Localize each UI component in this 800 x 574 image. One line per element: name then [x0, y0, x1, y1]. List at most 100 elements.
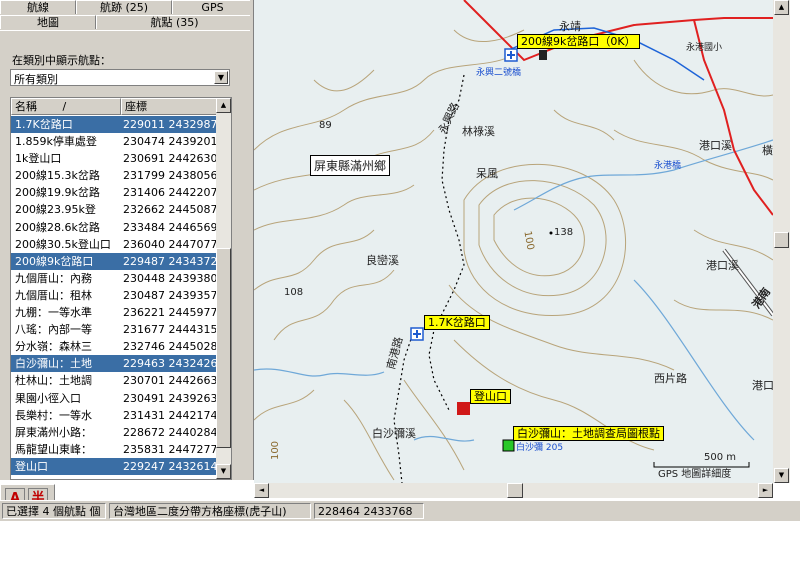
waypoint-coord: 230701 2442663	[123, 374, 218, 388]
map-label-elev138: 138	[554, 227, 574, 238]
map-label-elev89: 89	[319, 120, 332, 131]
waypoint-name: 1.7K岔路口	[15, 118, 73, 131]
map-label-xipian: 西片路	[654, 372, 687, 385]
list-item[interactable]: 200線23.95k登 232662 2445087	[11, 201, 217, 218]
map-vscroll-thumb[interactable]	[774, 232, 789, 248]
waypoint-name: 屏東滿州小路：	[15, 425, 92, 439]
waypoint-name: 200線9k岔路口	[15, 254, 94, 268]
waypoint-coord: 229011 2432987	[123, 118, 218, 131]
waypoint-coord: 228672 2440284	[123, 425, 218, 439]
waypoint-name: 白沙彌山：土地	[15, 357, 92, 371]
waypoint-coord: 230448 2439380	[123, 271, 218, 285]
list-item[interactable]: 長樂村：一等水 231431 2442174	[11, 407, 217, 424]
map-scroll-down-icon[interactable]: ▼	[774, 468, 789, 483]
scale-label: 500 m	[704, 452, 737, 463]
list-item[interactable]: 九個厝山：內務 230448 2439380	[11, 270, 217, 287]
list-item[interactable]: 200線19.9k岔路 231406 2442207	[11, 184, 217, 201]
waypoint-coord: 231799 2438056	[123, 169, 218, 183]
tab-row-bottom: 地圖 航點 (35)	[0, 15, 253, 30]
waypoint-panel: 航線 航跡 (25) GPS 地圖 航點 (35) 在類別中顯示航點： 所有類別…	[0, 0, 253, 480]
waypoint-name: 馬龍望山東峰：	[15, 442, 92, 456]
list-item[interactable]: 分水嶺：森林三 232746 2445028	[11, 338, 217, 355]
list-scrollbar[interactable]: ▲ ▼	[216, 98, 231, 479]
waypoint-coord: 231677 2444315	[123, 323, 218, 337]
waypoint-coord: 233484 2446569	[123, 220, 218, 234]
waypoint-coord: 230491 2439263	[123, 391, 218, 405]
waypoint-coord: 231406 2442207	[123, 186, 218, 200]
waypoint-name: 1k登山口	[15, 152, 62, 166]
map-view[interactable]: 永靖 永港國小 永興二號橋 永港橋 林祿溪 港口溪 港口溪 港口 西片路 橫 港…	[254, 0, 773, 483]
list-rows: 1.7K岔路口 229011 2432987 1.859k停車處登 230474 24…	[11, 116, 217, 475]
list-item[interactable]: 杜林山：土地調 230701 2442663	[11, 372, 217, 389]
tab-waypoints[interactable]: 航點 (35)	[96, 15, 253, 29]
waypoint-name: 分水嶺：森林三	[15, 340, 92, 354]
map-label-gangkou: 港口	[752, 379, 773, 392]
map-scroll-right-icon[interactable]: ►	[758, 483, 773, 498]
tab-routes[interactable]: 航線	[0, 0, 76, 14]
contour-lines	[254, 29, 773, 481]
map-label-contour-100b: 100	[270, 440, 282, 461]
tab-map[interactable]: 地圖	[0, 15, 96, 29]
map-horizontal-scrollbar[interactable]: ◄ ►	[254, 483, 773, 498]
waypoint-name: 九棚：一等水準	[15, 306, 92, 320]
list-item[interactable]: 200線30.5k登山口 236040 2447077	[11, 236, 217, 253]
waypoint-coord: 232746 2445028	[123, 340, 218, 354]
list-item[interactable]: 1.859k停車處登 230474 2439201	[11, 133, 217, 150]
gas-icon	[539, 50, 547, 60]
waypoint-name: 200線19.9k岔路	[15, 186, 100, 200]
waypoint-name: 200線28.6k岔路	[15, 220, 100, 234]
map-scroll-up-icon[interactable]: ▲	[774, 0, 789, 15]
rivers	[254, 139, 773, 442]
map-label-yongjing: 永靖	[559, 20, 581, 33]
map-label-liangluanxi: 良巒溪	[366, 254, 399, 267]
map-hscroll-thumb[interactable]	[507, 483, 523, 498]
waypoint-coord: 235831 2447277	[123, 442, 218, 456]
list-item[interactable]: 果園小徑入口 230491 2439263	[11, 390, 217, 407]
peak-dot	[549, 231, 553, 235]
map-label-bridge205: 白沙彌 205	[516, 443, 564, 453]
map-scroll-left-icon[interactable]: ◄	[254, 483, 269, 498]
list-item[interactable]: 200線9k岔路口 229487 2434372	[11, 252, 218, 270]
waypoint-coord: 229487 2434372	[123, 254, 218, 268]
list-item[interactable]: 200線15.3k岔路 231799 2438056	[11, 167, 217, 184]
column-header-coord[interactable]: 座標	[121, 98, 217, 115]
status-selection: 已選擇 4 個航點 個	[2, 503, 106, 519]
list-item[interactable]: 白沙彌山：土地 229463 2432426	[11, 355, 217, 373]
waypoint-marker-trailhead	[457, 402, 470, 415]
waypoint-label-17k[interactable]: 1.7K岔路口	[424, 315, 490, 330]
waypoint-name: 登山口	[15, 459, 48, 473]
map-detail-label: GPS 地圖詳細度	[658, 469, 732, 480]
waypoint-name: 九個厝山：租林	[15, 288, 92, 302]
waypoint-name: 200線30.5k登山口	[15, 237, 111, 251]
list-item[interactable]: 九棚：一等水準 236221 2445977	[11, 304, 217, 321]
sort-icon: /	[62, 100, 67, 113]
waypoint-label-summit[interactable]: 白沙彌山：土地調查局圖根點	[513, 426, 664, 441]
waypoint-label-trailhead[interactable]: 登山口	[470, 389, 511, 404]
list-item[interactable]: 1.7K岔路口 229011 2432987	[11, 116, 218, 134]
list-item[interactable]: 200線28.6k岔路 233484 2446569	[11, 219, 217, 236]
list-item[interactable]: 八瑤：內部一等 231677 2444315	[11, 321, 217, 338]
map-label-heng: 橫	[762, 144, 773, 157]
map-label-bridge1: 永興二號橋	[476, 68, 522, 78]
list-item[interactable]: 屏東滿州小路： 228672 2440284	[11, 424, 217, 441]
waypoint-list[interactable]: 名稱 / 座標 1.7K岔路口 229011 2432987 1.859k停車處登 2…	[10, 97, 232, 480]
list-scroll-thumb[interactable]	[216, 248, 231, 448]
category-filter-label: 在類別中顯示航點：	[12, 54, 111, 67]
waypoint-label-0k[interactable]: 200線9k岔路口（0K）	[517, 34, 640, 49]
scroll-up-icon[interactable]: ▲	[216, 98, 231, 113]
list-item[interactable]: 馬龍望山東峰： 235831 2447277	[11, 441, 217, 458]
list-item[interactable]: 登山口 229247 2432614	[11, 457, 217, 475]
list-item[interactable]: 九個厝山：租林 230487 2439357	[11, 287, 217, 304]
list-item[interactable]: 1k登山口 230691 2442630	[11, 150, 217, 167]
status-bar: 已選擇 4 個航點 個 台灣地區二度分帶方格座標(虎子山) 228464 243…	[0, 500, 800, 521]
tab-tracks[interactable]: 航跡 (25)	[76, 0, 172, 14]
column-header-name[interactable]: 名稱 /	[11, 98, 121, 115]
chevron-down-icon[interactable]: ▼	[214, 71, 228, 84]
map-label-baisha: 白沙彌溪	[372, 427, 416, 440]
tab-gps[interactable]: GPS	[172, 0, 253, 14]
tab-divider	[0, 30, 253, 31]
scroll-down-icon[interactable]: ▼	[216, 464, 231, 479]
waypoint-name: 杜林山：土地調	[15, 374, 92, 388]
map-vertical-scrollbar[interactable]: ▲ ▼	[773, 0, 790, 483]
category-select[interactable]: 所有類別 ▼	[10, 69, 230, 86]
